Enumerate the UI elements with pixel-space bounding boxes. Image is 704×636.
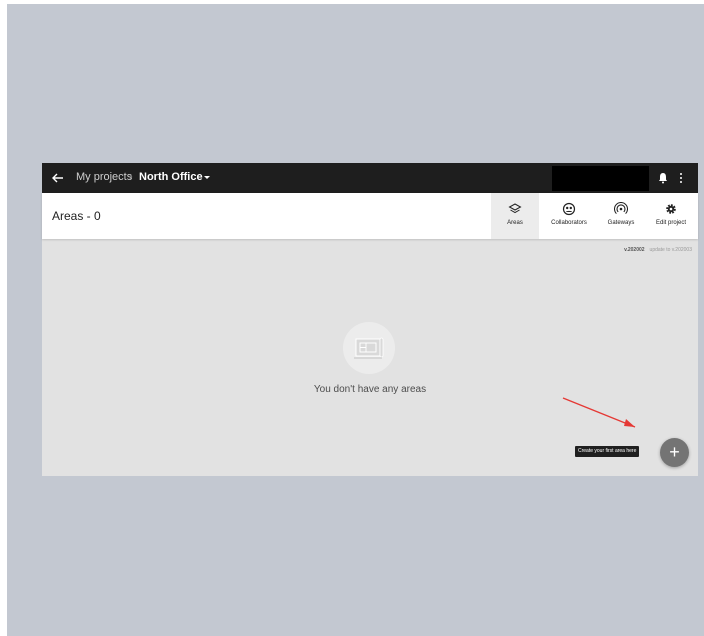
project-header: Areas - 0 Areas Collaborators Gateways E… [42,193,698,239]
empty-state-illustration [343,322,395,374]
notifications-bell-icon[interactable] [657,172,669,184]
chevron-down-icon[interactable] [204,176,210,179]
tab-areas[interactable]: Areas [491,193,539,239]
tab-gateways-label: Gateways [607,220,635,226]
tab-areas-label: Areas [507,220,523,226]
back-arrow-icon[interactable] [50,170,66,186]
empty-state-message: You don't have any areas [313,384,427,395]
tab-edit-project[interactable]: Edit project [648,193,694,239]
fab-tooltip: Create your first area here [575,446,640,457]
gateway-signal-icon [614,202,628,214]
tab-collaborators[interactable]: Collaborators [544,193,594,239]
breadcrumb-my-projects[interactable]: My projects [76,171,132,183]
add-area-button[interactable]: + [660,438,689,467]
layers-icon [508,203,522,214]
more-vertical-icon[interactable] [678,171,684,185]
project-switcher[interactable]: North Office [139,171,203,183]
tab-edit-project-label: Edit project [655,220,686,226]
tab-collaborators-label: Collaborators [551,220,587,226]
collaborators-icon [562,202,576,216]
gear-icon [666,204,676,214]
version-info: v.202002 update to v.202003 [624,247,692,253]
areas-count-title: Areas - 0 [52,209,101,223]
tab-gateways[interactable]: Gateways [599,193,643,239]
annotation-arrow [562,397,636,428]
current-version: v.202002 [624,247,645,253]
floorplan-icon [354,337,384,359]
top-app-bar: My projects › North Office [42,163,698,193]
update-version-link[interactable]: update to v.202003 [650,247,692,253]
breadcrumb-separator: › [129,171,133,183]
redacted-region [552,166,649,191]
